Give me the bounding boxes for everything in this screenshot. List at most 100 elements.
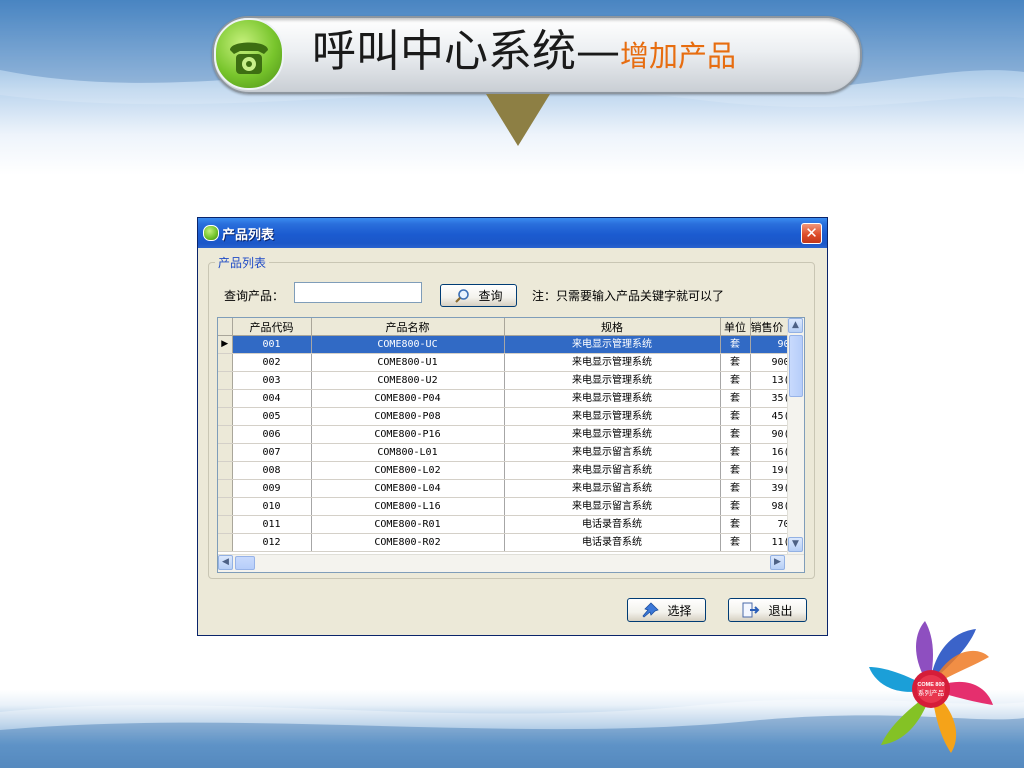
cell-spec[interactable]: 来电显示管理系统 bbox=[504, 353, 721, 372]
cell-spec[interactable]: 来电显示留言系统 bbox=[504, 461, 721, 480]
table-row[interactable]: 008 COME800-L02 来电显示留言系统套 19( bbox=[218, 461, 791, 480]
cell-price[interactable]: 39( bbox=[750, 479, 791, 498]
scroll-left-button[interactable]: ◀ bbox=[218, 555, 233, 570]
cell-spec[interactable]: 来电显示管理系统 bbox=[504, 389, 721, 408]
cell-unit[interactable]: 套 bbox=[720, 371, 751, 390]
column-header-unit[interactable]: 单位 bbox=[720, 318, 751, 336]
table-row[interactable]: 005 COME800-P08 来电显示管理系统套 45( bbox=[218, 407, 791, 426]
cell-product-name[interactable]: COME800-U1 bbox=[311, 353, 505, 372]
cell-price[interactable]: 11( bbox=[750, 533, 791, 552]
cell-unit[interactable]: 套 bbox=[720, 335, 751, 354]
search-button[interactable]: 查询 bbox=[440, 284, 517, 307]
column-header-spec[interactable]: 规格 bbox=[504, 318, 721, 336]
table-row[interactable]: ▶ 001 COME800-UC 来电显示管理系统套 90 bbox=[218, 335, 791, 354]
cell-product-code[interactable]: 010 bbox=[232, 497, 312, 516]
column-header-price[interactable]: 销售价 bbox=[750, 318, 791, 336]
cell-product-name[interactable]: COME800-UC bbox=[311, 335, 505, 354]
row-indicator[interactable] bbox=[218, 425, 233, 444]
cell-product-name[interactable]: COME800-P16 bbox=[311, 425, 505, 444]
table-row[interactable]: 003 COME800-U2 来电显示管理系统套 13( bbox=[218, 371, 791, 390]
row-indicator[interactable] bbox=[218, 353, 233, 372]
horizontal-scrollbar[interactable]: ◀ ▶ bbox=[218, 554, 804, 572]
row-indicator[interactable] bbox=[218, 461, 233, 480]
cell-unit[interactable]: 套 bbox=[720, 533, 751, 552]
row-indicator[interactable] bbox=[218, 497, 233, 516]
scroll-right-button[interactable]: ▶ bbox=[770, 555, 785, 570]
table-row[interactable]: 011 COME800-R01 电话录音系统套 70 bbox=[218, 515, 791, 534]
cell-spec[interactable]: 来电显示留言系统 bbox=[504, 497, 721, 516]
cell-unit[interactable]: 套 bbox=[720, 479, 751, 498]
row-indicator[interactable] bbox=[218, 389, 233, 408]
cell-product-code[interactable]: 008 bbox=[232, 461, 312, 480]
cell-unit[interactable]: 套 bbox=[720, 443, 751, 462]
cell-product-name[interactable]: COME800-L02 bbox=[311, 461, 505, 480]
vertical-scroll-thumb[interactable] bbox=[789, 335, 803, 397]
cell-price[interactable]: 35( bbox=[750, 389, 791, 408]
cell-spec[interactable]: 电话录音系统 bbox=[504, 533, 721, 552]
cell-spec[interactable]: 来电显示管理系统 bbox=[504, 371, 721, 390]
cell-product-name[interactable]: COME800-R01 bbox=[311, 515, 505, 534]
cell-product-code[interactable]: 002 bbox=[232, 353, 312, 372]
cell-unit[interactable]: 套 bbox=[720, 461, 751, 480]
cell-product-code[interactable]: 005 bbox=[232, 407, 312, 426]
cell-product-name[interactable]: COME800-L04 bbox=[311, 479, 505, 498]
cell-spec[interactable]: 电话录音系统 bbox=[504, 515, 721, 534]
cell-price[interactable]: 98( bbox=[750, 497, 791, 516]
column-header-name[interactable]: 产品名称 bbox=[311, 318, 505, 336]
row-indicator[interactable] bbox=[218, 533, 233, 552]
cell-price[interactable]: 45( bbox=[750, 407, 791, 426]
cell-product-code[interactable]: 006 bbox=[232, 425, 312, 444]
cell-product-code[interactable]: 003 bbox=[232, 371, 312, 390]
cell-price[interactable]: 90 bbox=[750, 335, 791, 354]
column-header-code[interactable]: 产品代码 bbox=[232, 318, 312, 336]
cell-price[interactable]: 13( bbox=[750, 371, 791, 390]
cell-product-code[interactable]: 009 bbox=[232, 479, 312, 498]
horizontal-scroll-thumb[interactable] bbox=[235, 556, 255, 570]
exit-button[interactable]: 退出 bbox=[728, 598, 807, 622]
dialog-titlebar[interactable]: 产品列表 ✕ bbox=[198, 218, 827, 248]
cell-unit[interactable]: 套 bbox=[720, 353, 751, 372]
cell-price[interactable]: 16( bbox=[750, 443, 791, 462]
select-button[interactable]: 选择 bbox=[627, 598, 706, 622]
cell-price[interactable]: 900 bbox=[750, 353, 791, 372]
table-row[interactable]: 004 COME800-P04 来电显示管理系统套 35( bbox=[218, 389, 791, 408]
table-row[interactable]: 007 COM800-L01 来电显示留言系统套 16( bbox=[218, 443, 791, 462]
table-row[interactable]: 002 COME800-U1 来电显示管理系统套 900 bbox=[218, 353, 791, 372]
product-search-input[interactable] bbox=[294, 282, 422, 303]
vertical-scrollbar[interactable]: ▲ ▼ bbox=[787, 318, 804, 555]
row-indicator[interactable]: ▶ bbox=[218, 335, 233, 354]
cell-unit[interactable]: 套 bbox=[720, 425, 751, 444]
cell-spec[interactable]: 来电显示管理系统 bbox=[504, 407, 721, 426]
cell-unit[interactable]: 套 bbox=[720, 389, 751, 408]
cell-product-name[interactable]: COME800-L16 bbox=[311, 497, 505, 516]
scroll-up-button[interactable]: ▲ bbox=[788, 318, 803, 333]
row-indicator[interactable] bbox=[218, 515, 233, 534]
cell-product-name[interactable]: COME800-R02 bbox=[311, 533, 505, 552]
table-row[interactable]: 009 COME800-L04 来电显示留言系统套 39( bbox=[218, 479, 791, 498]
cell-product-code[interactable]: 012 bbox=[232, 533, 312, 552]
cell-spec[interactable]: 来电显示留言系统 bbox=[504, 443, 721, 462]
table-row[interactable]: 012 COME800-R02 电话录音系统套 11( bbox=[218, 533, 791, 552]
cell-price[interactable]: 90( bbox=[750, 425, 791, 444]
table-row[interactable]: 006 COME800-P16 来电显示管理系统套 90( bbox=[218, 425, 791, 444]
cell-product-code[interactable]: 007 bbox=[232, 443, 312, 462]
cell-product-name[interactable]: COME800-P04 bbox=[311, 389, 505, 408]
scroll-down-button[interactable]: ▼ bbox=[788, 537, 803, 552]
cell-price[interactable]: 70 bbox=[750, 515, 791, 534]
row-indicator[interactable] bbox=[218, 443, 233, 462]
cell-price[interactable]: 19( bbox=[750, 461, 791, 480]
close-button[interactable]: ✕ bbox=[801, 223, 822, 244]
cell-unit[interactable]: 套 bbox=[720, 497, 751, 516]
cell-spec[interactable]: 来电显示留言系统 bbox=[504, 479, 721, 498]
row-indicator[interactable] bbox=[218, 371, 233, 390]
cell-unit[interactable]: 套 bbox=[720, 515, 751, 534]
row-indicator[interactable] bbox=[218, 407, 233, 426]
cell-unit[interactable]: 套 bbox=[720, 407, 751, 426]
cell-product-code[interactable]: 011 bbox=[232, 515, 312, 534]
row-indicator[interactable] bbox=[218, 479, 233, 498]
table-row[interactable]: 010 COME800-L16 来电显示留言系统套 98( bbox=[218, 497, 791, 516]
cell-product-name[interactable]: COME800-U2 bbox=[311, 371, 505, 390]
cell-spec[interactable]: 来电显示管理系统 bbox=[504, 425, 721, 444]
cell-product-name[interactable]: COM800-L01 bbox=[311, 443, 505, 462]
cell-product-code[interactable]: 001 bbox=[232, 335, 312, 354]
